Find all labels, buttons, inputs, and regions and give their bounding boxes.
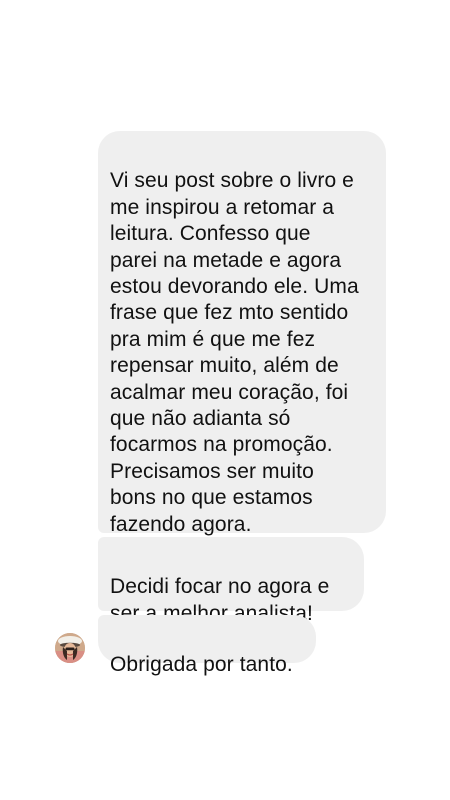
- message-thread: Vi seu post sobre o livro e me inspirou …: [0, 0, 450, 800]
- message-text: Vi seu post sobre o livro e me inspirou …: [110, 169, 359, 536]
- user-avatar-icon: [55, 633, 85, 663]
- message-text: Obrigada por tanto.: [110, 653, 293, 677]
- message-bubble[interactable]: Vi seu post sobre o livro e me inspirou …: [98, 131, 386, 536]
- message-bubble[interactable]: Decidi focar no agora e ser a melhor ana…: [98, 537, 364, 651]
- message-bubble[interactable]: Obrigada por tanto.: [98, 615, 316, 676]
- avatar[interactable]: [55, 633, 85, 663]
